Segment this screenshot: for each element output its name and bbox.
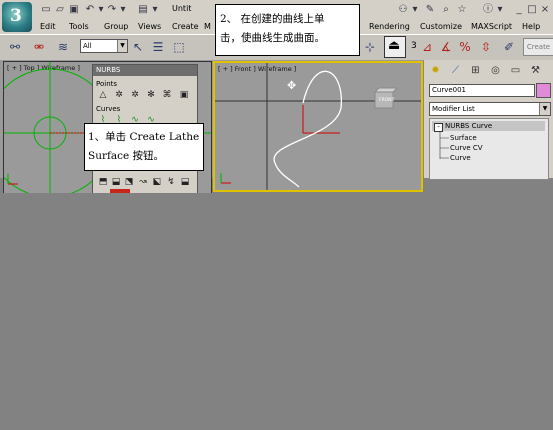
step1-line2: Surface 按钮。 — [88, 150, 165, 162]
chevron-down-icon: ▼ — [117, 40, 127, 52]
close-icon[interactable]: × — [539, 4, 551, 15]
surface-tool-6-icon[interactable]: ↯ — [165, 177, 177, 187]
menu-tools[interactable]: Tools — [69, 22, 89, 31]
binoculars-icon[interactable]: ⚇ — [397, 4, 409, 15]
stack-tree-lines — [439, 131, 449, 159]
tools-icon[interactable]: ✎ — [424, 4, 436, 15]
offset-point-icon[interactable]: ✲ — [113, 90, 125, 100]
search-icon[interactable]: ⌕ — [440, 4, 452, 15]
help-dropdown-icon[interactable]: ▾ — [494, 4, 506, 15]
select-link-icon[interactable]: ⚯ — [6, 38, 24, 56]
modifier-stack: – NURBS Curve Surface Curve CV Curve — [429, 118, 549, 180]
save-file-icon[interactable]: ▣ — [68, 4, 80, 15]
modifier-list-label: Modifier List — [432, 105, 475, 113]
object-color-swatch[interactable] — [536, 83, 551, 98]
open-file-icon[interactable]: ▱ — [54, 4, 66, 15]
surface-tool-7-icon[interactable]: ⬓ — [179, 177, 191, 187]
unlink-icon[interactable]: ⚮ — [30, 38, 48, 56]
front-viewport-grid — [215, 63, 421, 190]
step2-line1: 2、 在创建的曲线上单 — [220, 13, 325, 25]
object-name-field[interactable]: Curve001 — [429, 84, 535, 97]
manipulate-icon: ⏏ — [388, 38, 401, 53]
surface-tool-1-icon[interactable]: ⬒ — [97, 177, 109, 187]
stack-item-curve[interactable]: Curve — [450, 154, 471, 162]
help-icon[interactable]: ⓘ — [482, 4, 494, 15]
new-file-icon[interactable]: ▭ — [40, 4, 52, 15]
stack-root-item[interactable]: – NURBS Curve — [432, 121, 545, 132]
app-logo-icon[interactable]: 3 — [2, 2, 32, 32]
step2-callout: 2、 在创建的曲线上单 击，使曲线生成曲面。 — [215, 4, 360, 56]
favorite-star-icon[interactable]: ☆ — [456, 4, 468, 15]
menu-maxscript[interactable]: MAXScript — [471, 22, 512, 31]
project-folder-icon[interactable]: ▤ — [137, 4, 149, 15]
surface-tool-4-icon[interactable]: ↝ — [137, 177, 149, 187]
motion-tab-icon[interactable]: ◎ — [488, 64, 503, 78]
stack-item-curve-cv[interactable]: Curve CV — [450, 144, 483, 152]
menu-help[interactable]: Help — [522, 22, 540, 31]
surface-point-icon[interactable]: ⌘ — [161, 90, 173, 100]
select-by-name-icon[interactable]: ☰ — [149, 38, 167, 56]
menu-create[interactable]: Create — [172, 22, 199, 31]
lower-empty-area — [0, 193, 553, 430]
bind-spacewarp-icon[interactable]: ≋ — [54, 38, 72, 56]
surface-curve-point-icon[interactable]: ▣ — [178, 90, 190, 100]
menu-views[interactable]: Views — [138, 22, 161, 31]
select-manipulate-button[interactable]: ⏏ — [384, 36, 406, 58]
create-point-icon[interactable]: △ — [97, 90, 109, 100]
menu-group[interactable]: Group — [104, 22, 128, 31]
search-dropdown-icon[interactable]: ▾ — [409, 4, 421, 15]
modify-tab-icon[interactable]: ⟋ — [448, 64, 463, 78]
snap-counter: 3 — [411, 41, 417, 51]
front-viewcube-label[interactable]: FRONT — [379, 98, 394, 103]
step1-line1: 1、单击 Create Lathe — [88, 131, 200, 143]
step2-line2: 击，使曲线生成曲面。 — [220, 32, 325, 44]
modifier-list-dropdown[interactable]: Modifier List ▼ — [429, 102, 551, 116]
region-select-icon[interactable]: ⬚ — [170, 38, 188, 56]
project-dropdown-icon[interactable]: ▾ — [149, 4, 161, 15]
create-tab-icon[interactable]: ✹ — [428, 64, 443, 78]
stack-item-surface[interactable]: Surface — [450, 134, 477, 142]
curve-point-icon[interactable]: ✲ — [129, 90, 141, 100]
selection-filter-dropdown[interactable]: All ▼ — [80, 39, 128, 53]
angle-snap-icon[interactable]: ∡ — [437, 38, 455, 56]
nurbs-panel-title[interactable]: NURBS — [93, 65, 197, 76]
menu-modifiers[interactable]: M — [204, 22, 211, 31]
restore-icon[interactable]: □ — [526, 4, 538, 15]
menu-rendering[interactable]: Rendering — [369, 22, 410, 31]
curves-section-label: Curves — [96, 105, 121, 113]
surface-tool-2-icon[interactable]: ⬓ — [110, 177, 122, 187]
reference-coord-icon[interactable]: ⊹ — [361, 38, 379, 56]
create-selection-set-field[interactable]: Create — [523, 38, 553, 56]
menu-customize[interactable]: Customize — [420, 22, 462, 31]
curve-curve-point-icon[interactable]: ✻ — [145, 90, 157, 100]
select-object-icon[interactable]: ↖ — [129, 38, 147, 56]
minimize-icon[interactable]: _ — [513, 4, 525, 15]
display-tab-icon[interactable]: ▭ — [508, 64, 523, 78]
step1-callout: 1、单击 Create Lathe Surface 按钮。 — [84, 123, 204, 171]
named-selection-icon[interactable]: ✐ — [500, 38, 518, 56]
menu-edit[interactable]: Edit — [40, 22, 56, 31]
surface-tool-3-icon[interactable]: ⬔ — [123, 177, 135, 187]
hierarchy-tab-icon[interactable]: ⊞ — [468, 64, 483, 78]
stack-root-label: NURBS Curve — [445, 122, 493, 130]
chevron-down-icon: ▼ — [539, 103, 550, 115]
points-section-label: Points — [96, 80, 118, 88]
spinner-snap-icon[interactable]: ⇳ — [477, 38, 495, 56]
snap-toggle-icon[interactable]: ⊿ — [418, 38, 436, 56]
selection-filter-value: All — [83, 42, 92, 50]
lathe-cursor-icon: ✥ — [287, 79, 297, 92]
utilities-tab-icon[interactable]: ⚒ — [528, 64, 543, 78]
front-viewport[interactable]: [ + ] Front ] Wireframe ] FRONT ✥ — [213, 61, 423, 192]
window-title: Untit — [172, 4, 192, 13]
redo-dropdown-icon[interactable]: ▾ — [117, 4, 129, 15]
percent-snap-icon[interactable]: % — [456, 38, 474, 56]
surface-tool-5-icon[interactable]: ⬕ — [151, 177, 163, 187]
command-panel: ✹ ⟋ ⊞ ◎ ▭ ⚒ Curve001 Modifier List ▼ – NU… — [423, 60, 553, 180]
